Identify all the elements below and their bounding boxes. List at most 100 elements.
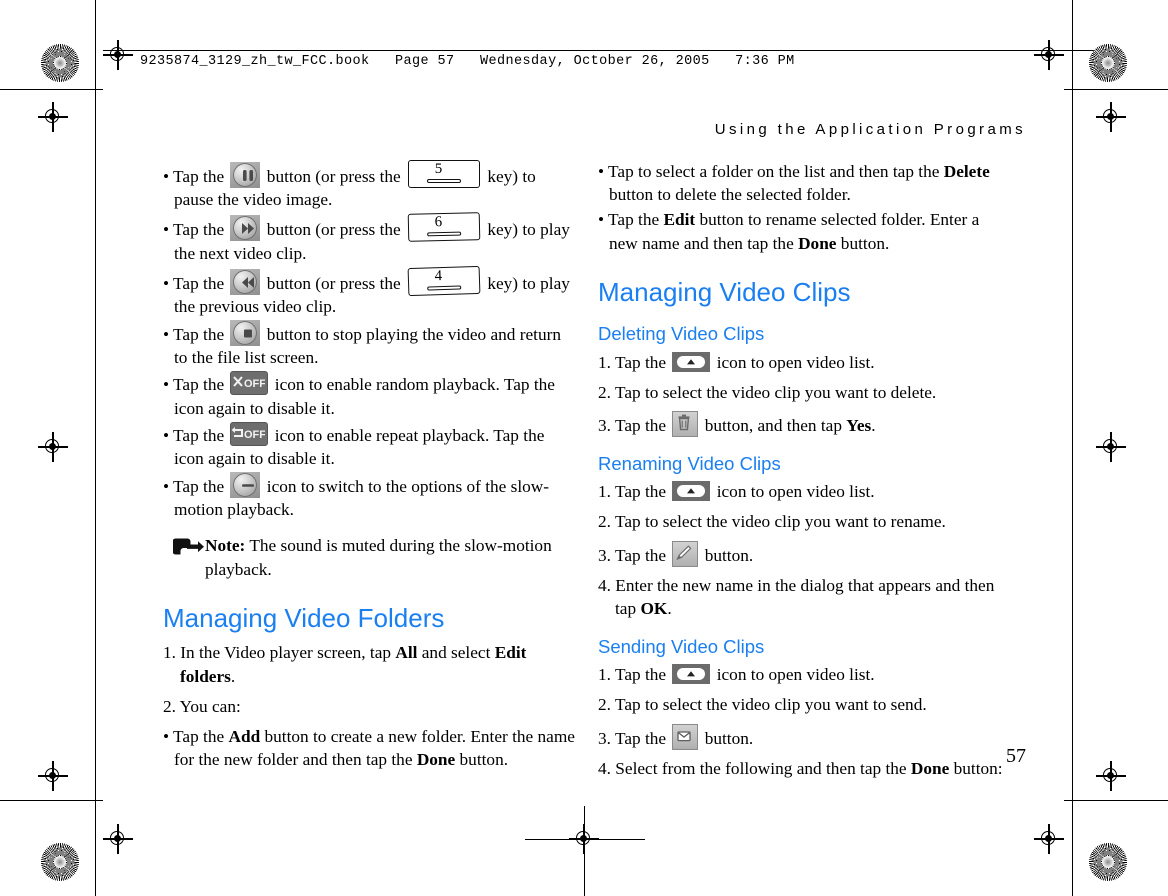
registration-mark-top-left bbox=[103, 40, 133, 70]
running-head: Using the Application Programs bbox=[714, 121, 1026, 138]
star-target-bottom-left bbox=[41, 843, 79, 881]
delete-step-1-text-1: 1. Tap the bbox=[598, 352, 671, 372]
pause-button-icon bbox=[230, 162, 261, 188]
bullet-next: • Tap the button (or press the 6 key) to… bbox=[163, 212, 575, 264]
delete-step-2: 2. Tap to select the video clip you want… bbox=[598, 382, 937, 402]
ui-label-yes: Yes bbox=[846, 415, 872, 435]
bullet-slow-motion: • Tap the icon to switch to the options … bbox=[163, 472, 575, 521]
send-step-1-text-2: icon to open video list. bbox=[712, 665, 875, 685]
registration-mark-middle-left bbox=[38, 432, 68, 462]
bullet-slow-motion-text-1: • Tap the bbox=[163, 477, 229, 497]
ui-label-done-send: Done bbox=[910, 758, 950, 778]
registration-mark-bottom-right bbox=[1034, 824, 1064, 854]
bullet-pause-text-2: button (or press the bbox=[262, 167, 406, 186]
registration-mark-lower-right bbox=[1096, 761, 1126, 791]
trim-line-bottom-left bbox=[0, 800, 103, 801]
note-arrow-icon bbox=[172, 535, 205, 557]
open-video-list-icon bbox=[672, 351, 711, 372]
bullet-add-folder: • Tap the Add button to create a new fol… bbox=[163, 725, 575, 771]
rename-step-1-text-1: 1. Tap the bbox=[598, 482, 671, 502]
send-step-1: 1. Tap the icon to open video list. bbox=[598, 663, 1010, 686]
rename-step-4-text-2: . bbox=[667, 598, 672, 618]
send-step-4-text-2: button: bbox=[949, 758, 1003, 778]
keycap-4: 4 bbox=[407, 265, 481, 296]
registration-mark-lower-left bbox=[38, 761, 68, 791]
keycap-6-bar bbox=[427, 231, 462, 237]
slow-motion-button-icon bbox=[230, 472, 261, 499]
registration-mark-bottom-left bbox=[103, 824, 133, 854]
bullet-add-folder-text-1: • Tap the bbox=[163, 726, 229, 746]
pencil-icon bbox=[672, 540, 699, 567]
bullet-stop-text-1: • Tap the bbox=[163, 325, 229, 345]
keycap-5-bar bbox=[427, 179, 462, 183]
keycap-6: 6 bbox=[407, 212, 481, 243]
keycap-5-digit: 5 bbox=[434, 161, 443, 177]
heading-renaming-video-clips: Renaming Video Clips bbox=[598, 453, 781, 475]
registration-mark-middle-right bbox=[1096, 432, 1126, 462]
ui-label-delete: Delete bbox=[943, 162, 990, 181]
registration-mark-upper-left bbox=[38, 102, 68, 132]
note-text: The sound is muted during the slow-motio… bbox=[205, 536, 552, 579]
keycap-5: 5 bbox=[408, 160, 481, 188]
ui-label-edit: Edit bbox=[663, 210, 696, 230]
delete-step-3-text-3: . bbox=[871, 415, 876, 435]
rename-step-3-text-1: 3. Tap the bbox=[598, 545, 671, 565]
send-step-3: 3. Tap the button. bbox=[598, 723, 1010, 750]
delete-step-1-text-2: icon to open video list. bbox=[712, 352, 875, 372]
heading-sending-video-clips: Sending Video Clips bbox=[598, 636, 765, 658]
send-step-2: 2. Tap to select the video clip you want… bbox=[598, 695, 927, 715]
bullet-previous-text-2: button (or press the bbox=[262, 273, 406, 293]
step-edit-folders-text-1: 1. In the Video player screen, tap bbox=[163, 643, 396, 663]
heading-managing-video-clips: Managing Video Clips bbox=[598, 276, 851, 307]
ui-label-ok: OK bbox=[640, 598, 668, 618]
bullet-next-text-1: • Tap the bbox=[163, 220, 229, 240]
envelope-icon bbox=[672, 723, 699, 750]
trim-line-right bbox=[1072, 0, 1073, 896]
open-video-list-icon bbox=[672, 481, 711, 502]
keycap-4-bar bbox=[427, 285, 462, 291]
next-clip-button-icon bbox=[230, 215, 261, 242]
heading-managing-video-folders: Managing Video Folders bbox=[163, 602, 445, 633]
ui-label-done-edit: Done bbox=[798, 233, 837, 253]
previous-clip-button-icon bbox=[230, 268, 261, 295]
book-file-slug: 9235874_3129_zh_tw_FCC.book Page 57 Wedn… bbox=[140, 54, 795, 69]
delete-step-3: 3. Tap the button, and then tap Yes. bbox=[598, 410, 1010, 437]
shuffle-off-icon: OFF bbox=[230, 371, 269, 396]
bullet-next-text-2: button (or press the bbox=[262, 220, 406, 240]
step-you-can: 2. You can: bbox=[163, 696, 241, 716]
send-step-4: 4. Select from the following and then ta… bbox=[598, 757, 1010, 780]
send-step-1-text-1: 1. Tap the bbox=[598, 665, 671, 685]
star-target-top-right bbox=[1089, 44, 1127, 82]
bullet-delete-folder-text-1: • Tap to select a folder on the list and… bbox=[598, 162, 944, 181]
trim-line-top-right bbox=[1064, 89, 1168, 90]
ui-label-done-add: Done bbox=[416, 750, 456, 770]
delete-step-3-text-1: 3. Tap the bbox=[598, 415, 671, 435]
repeat-off-icon: OFF bbox=[230, 421, 269, 446]
svg-text:OFF: OFF bbox=[244, 378, 265, 390]
bullet-pause-text-1: • Tap the bbox=[163, 167, 229, 186]
ui-label-add: Add bbox=[228, 726, 261, 746]
keycap-4-digit: 4 bbox=[434, 267, 443, 284]
trim-line-bottom-center-vertical bbox=[584, 806, 585, 896]
bullet-edit-folder-text-3: button. bbox=[836, 233, 890, 253]
star-target-top-left bbox=[41, 44, 79, 82]
svg-text:OFF: OFF bbox=[244, 429, 265, 441]
bullet-pause: • Tap the button (or press the 5 key) to… bbox=[163, 160, 575, 211]
rename-step-2: 2. Tap to select the video clip you want… bbox=[598, 512, 946, 532]
delete-step-1: 1. Tap the icon to open video list. bbox=[598, 351, 1010, 374]
step-edit-folders-text-3: . bbox=[230, 666, 236, 686]
heading-deleting-video-clips: Deleting Video Clips bbox=[598, 323, 765, 345]
bullet-random-text-1: • Tap the bbox=[163, 375, 229, 395]
send-step-3-text-1: 3. Tap the bbox=[598, 728, 671, 748]
trim-line-bottom-right bbox=[1064, 800, 1168, 801]
right-column: • Tap to select a folder on the list and… bbox=[598, 160, 1010, 787]
stop-button-icon bbox=[230, 320, 261, 347]
left-column: • Tap the button (or press the 5 key) to… bbox=[163, 160, 575, 773]
star-target-bottom-right bbox=[1089, 843, 1127, 881]
trim-line-left bbox=[95, 0, 96, 896]
ui-label-all: All bbox=[395, 643, 418, 663]
bullet-random: • Tap the OFF icon to enable random play… bbox=[163, 371, 575, 419]
step-edit-folders-text-2: and select bbox=[417, 643, 495, 663]
trim-line-bottom-center bbox=[525, 839, 645, 840]
send-step-4-text-1: 4. Select from the following and then ta… bbox=[598, 758, 911, 778]
